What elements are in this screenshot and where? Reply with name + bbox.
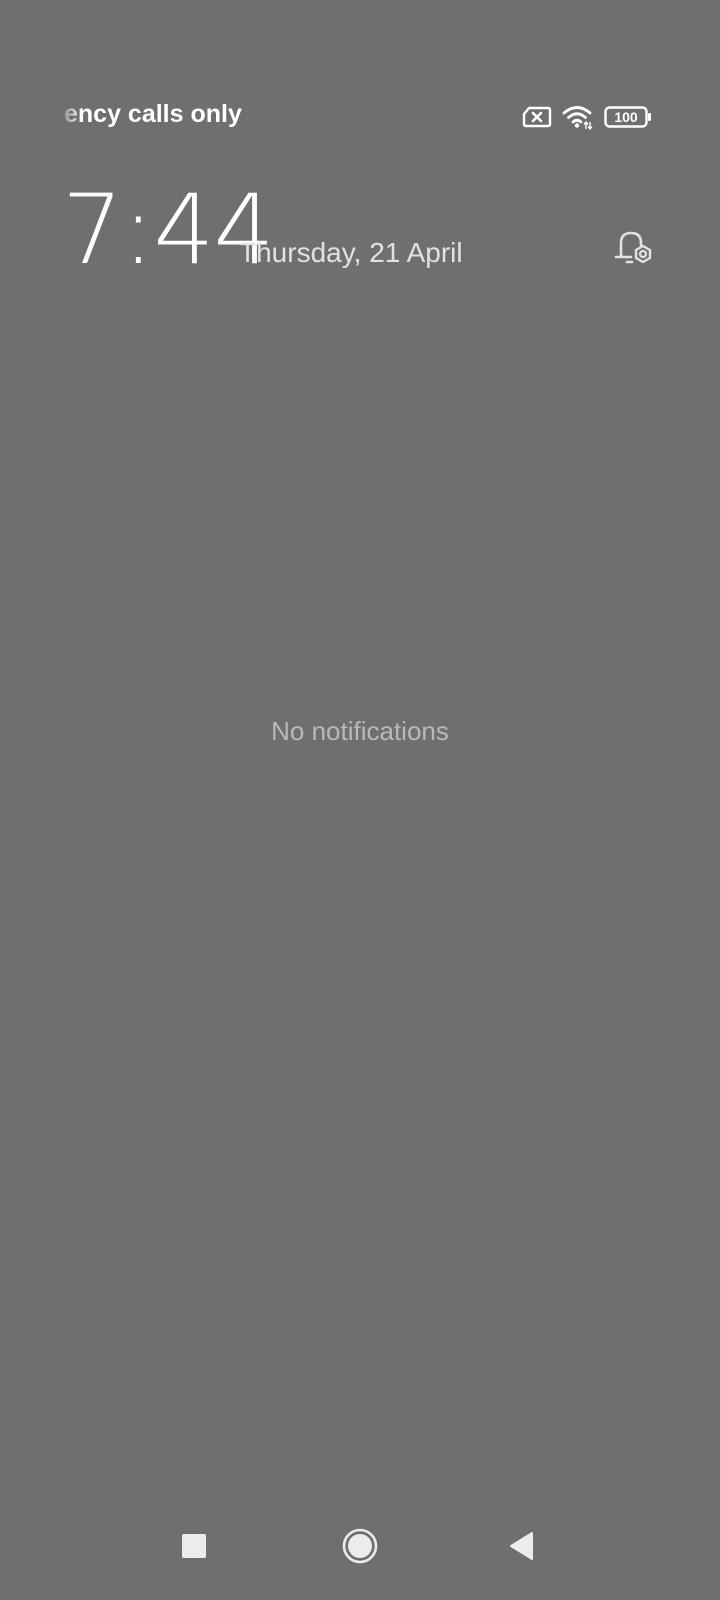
- battery-level-text: 100: [614, 109, 638, 125]
- home-button[interactable]: [332, 1520, 388, 1576]
- battery-icon: 100: [604, 106, 652, 128]
- clock-date: Thursday, 21 April: [239, 237, 463, 268]
- sim-error-icon: [522, 106, 552, 128]
- carrier-status-text: ency calls only: [64, 100, 242, 128]
- status-icons: 100: [522, 100, 652, 134]
- wifi-icon: [562, 104, 594, 130]
- notification-settings-button[interactable]: [610, 227, 658, 275]
- navigation-bar: [0, 1490, 720, 1600]
- home-icon: [341, 1527, 379, 1570]
- recents-icon: [181, 1533, 207, 1564]
- recents-button[interactable]: [166, 1520, 222, 1576]
- no-notifications-text: No notifications: [271, 716, 449, 746]
- back-button[interactable]: [494, 1520, 550, 1576]
- notification-settings-icon: [611, 226, 657, 277]
- back-icon: [508, 1531, 536, 1566]
